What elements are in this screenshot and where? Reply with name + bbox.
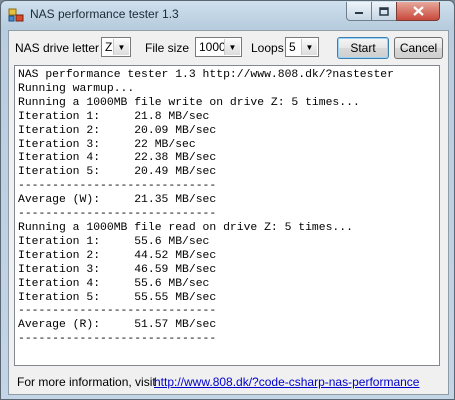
console-line: Iteration 5: 20.49 MB/sec: [18, 166, 217, 179]
app-window: NAS performance tester 1.3 NAS drive let…: [0, 0, 455, 400]
loops-value: 5: [289, 40, 296, 54]
console-line: Iteration 1: 21.8 MB/sec: [18, 110, 210, 123]
close-button[interactable]: [396, 2, 440, 21]
window-title: NAS performance tester 1.3: [30, 7, 179, 21]
drive-letter-value: Z: [105, 40, 113, 54]
console-line: -----------------------------: [18, 208, 217, 221]
console-line: NAS performance tester 1.3 http://www.80…: [18, 69, 394, 81]
console-line: Average (W): 21.35 MB/sec: [18, 194, 217, 207]
console-line: Iteration 4: 55.6 MB/sec: [18, 277, 210, 290]
console-line: Iteration 3: 22 MB/sec: [18, 138, 196, 151]
chevron-down-icon[interactable]: ▼: [224, 39, 240, 55]
console-line: Iteration 4: 22.38 MB/sec: [18, 152, 217, 165]
title-bar[interactable]: NAS performance tester 1.3: [1, 1, 454, 29]
close-icon: [412, 6, 424, 16]
console-line: Iteration 3: 46.59 MB/sec: [18, 263, 217, 276]
console-line: Iteration 5: 55.55 MB/sec: [18, 291, 217, 304]
loops-select[interactable]: 5 ▼: [285, 37, 319, 57]
file-size-select[interactable]: 1000 ▼: [195, 37, 242, 57]
start-button[interactable]: Start: [337, 37, 389, 59]
maximize-icon: [379, 6, 389, 16]
app-icon: [8, 8, 24, 22]
chevron-down-icon[interactable]: ▼: [113, 39, 129, 55]
console-line: Iteration 2: 20.09 MB/sec: [18, 124, 217, 137]
footer-info-text: For more information, visit: [17, 375, 156, 389]
console-line: Iteration 1: 55.6 MB/sec: [18, 235, 210, 248]
output-console[interactable]: NAS performance tester 1.3 http://www.80…: [14, 65, 440, 366]
file-size-value: 1000: [199, 40, 226, 54]
console-line: Average (R): 51.57 MB/sec: [18, 319, 217, 332]
console-line: Running a 1000MB file write on drive Z: …: [18, 96, 360, 109]
client-area: NAS drive letter Z ▼ File size 1000 ▼ Lo…: [8, 30, 449, 395]
cancel-button[interactable]: Cancel: [394, 37, 443, 59]
console-line: -----------------------------: [18, 180, 217, 193]
minimize-icon: [355, 12, 363, 14]
console-line: -----------------------------: [18, 305, 217, 318]
drive-letter-label: NAS drive letter: [15, 41, 100, 55]
console-line: Running warmup...: [18, 82, 135, 95]
console-line: -----------------------------: [18, 333, 217, 346]
chevron-down-icon[interactable]: ▼: [301, 39, 317, 55]
footer-link[interactable]: http://www.808.dk/?code-csharp-nas-perfo…: [154, 375, 419, 389]
console-line: Iteration 2: 44.52 MB/sec: [18, 249, 217, 262]
console-line: Running a 1000MB file read on drive Z: 5…: [18, 221, 353, 234]
file-size-label: File size: [145, 41, 190, 55]
minimize-button[interactable]: [346, 2, 372, 21]
drive-letter-select[interactable]: Z ▼: [101, 37, 131, 57]
loops-label: Loops: [251, 41, 284, 55]
maximize-button[interactable]: [371, 2, 397, 21]
